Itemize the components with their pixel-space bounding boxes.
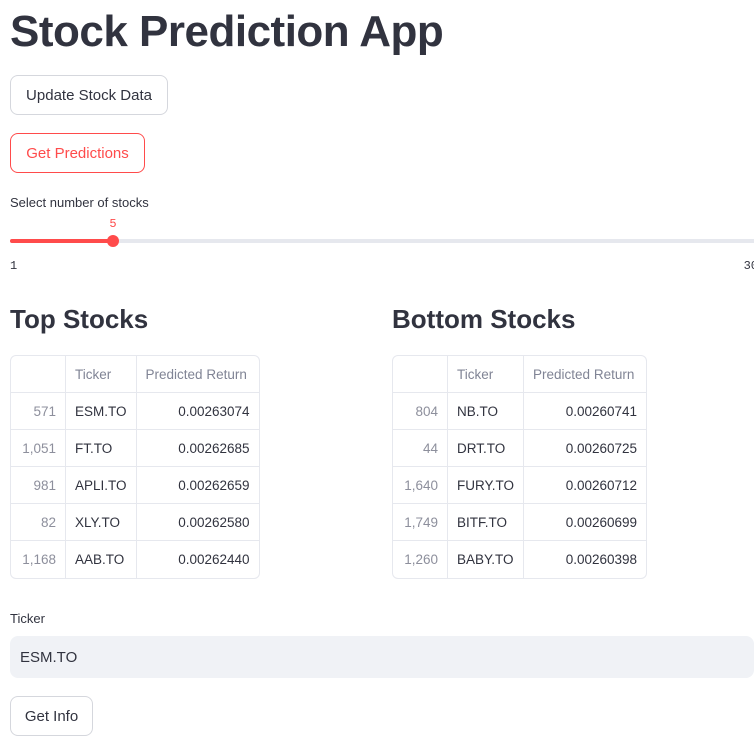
predicted-return-cell[interactable]: 0.00262440 — [137, 541, 259, 578]
ticker-cell[interactable]: FT.TO — [66, 430, 137, 467]
ticker-cell[interactable]: ESM.TO — [66, 393, 137, 430]
table-row[interactable]: 1,051 FT.TO 0.00262685 — [11, 430, 259, 467]
predicted-return-column-header[interactable]: Predicted Return — [136, 356, 259, 393]
row-index: 1,260 — [393, 541, 448, 578]
predicted-return-cell[interactable]: 0.00262580 — [136, 504, 259, 541]
table-header-row: Ticker Predicted Return — [393, 356, 647, 393]
row-index: 1,051 — [11, 430, 66, 467]
stock-count-slider[interactable]: 5 1 30 — [10, 214, 754, 274]
row-index: 1,749 — [393, 504, 448, 541]
ticker-column-header[interactable]: Ticker — [66, 356, 137, 393]
predicted-return-cell[interactable]: 0.00262685 — [136, 430, 259, 467]
row-index: 571 — [11, 393, 66, 430]
table-row[interactable]: 1,640 FURY.TO 0.00260712 — [393, 467, 647, 504]
predicted-return-cell[interactable]: 0.00260741 — [524, 393, 647, 430]
ticker-cell[interactable]: NB.TO — [448, 393, 525, 430]
ticker-cell[interactable]: APLI.TO — [66, 467, 137, 504]
ticker-cell[interactable]: BABY.TO — [448, 541, 525, 578]
update-stock-data-button[interactable]: Update Stock Data — [10, 75, 168, 115]
table-row[interactable]: 82 XLY.TO 0.00262580 — [11, 504, 259, 541]
get-info-button[interactable]: Get Info — [10, 696, 93, 736]
table-row[interactable]: 1,168 AAB.TO 0.00262440 — [11, 541, 259, 578]
top-stocks-table[interactable]: Ticker Predicted Return 571 ESM.TO 0.002… — [10, 355, 260, 579]
predicted-return-cell[interactable]: 0.00262659 — [136, 467, 259, 504]
ticker-input[interactable] — [10, 636, 754, 678]
ticker-cell[interactable]: DRT.TO — [448, 430, 525, 467]
table-row[interactable]: 44 DRT.TO 0.00260725 — [393, 430, 647, 467]
slider-track[interactable] — [10, 239, 754, 243]
top-stocks-heading: Top Stocks — [10, 304, 149, 334]
predicted-return-cell[interactable]: 0.00260699 — [524, 504, 647, 541]
row-index: 1,640 — [393, 467, 448, 504]
table-row[interactable]: 1,260 BABY.TO 0.00260398 — [393, 541, 646, 578]
table-row[interactable]: 804 NB.TO 0.00260741 — [393, 393, 647, 430]
ticker-cell[interactable]: FURY.TO — [448, 467, 525, 504]
row-index: 82 — [11, 504, 66, 541]
row-index: 44 — [393, 430, 448, 467]
slider-fill — [10, 239, 113, 243]
predicted-return-cell[interactable]: 0.00263074 — [136, 393, 259, 430]
table-row[interactable]: 981 APLI.TO 0.00262659 — [11, 467, 259, 504]
predicted-return-cell[interactable]: 0.00260725 — [524, 430, 647, 467]
table-header-row: Ticker Predicted Return — [11, 356, 259, 393]
page-title: Stock Prediction App — [10, 7, 444, 56]
table-row[interactable]: 1,749 BITF.TO 0.00260699 — [393, 504, 647, 541]
row-index: 1,168 — [11, 541, 66, 578]
ticker-cell[interactable]: AAB.TO — [66, 541, 137, 578]
bottom-stocks-table[interactable]: Ticker Predicted Return 804 NB.TO 0.0026… — [392, 355, 648, 579]
row-index: 804 — [393, 393, 448, 430]
ticker-column-header[interactable]: Ticker — [448, 356, 525, 393]
ticker-cell[interactable]: BITF.TO — [448, 504, 525, 541]
get-predictions-button[interactable]: Get Predictions — [10, 133, 145, 173]
bottom-stocks-heading: Bottom Stocks — [392, 304, 576, 334]
slider-max-label: 30 — [743, 259, 754, 273]
predicted-return-cell[interactable]: 0.00260398 — [524, 541, 646, 578]
slider-thumb[interactable] — [107, 235, 119, 247]
index-column-header[interactable] — [11, 356, 66, 393]
slider-label: Select number of stocks — [10, 195, 149, 210]
predicted-return-cell[interactable]: 0.00260712 — [524, 467, 647, 504]
slider-current-value: 5 — [109, 217, 117, 231]
row-index: 981 — [11, 467, 66, 504]
slider-min-label: 1 — [10, 259, 18, 273]
predicted-return-column-header[interactable]: Predicted Return — [524, 356, 647, 393]
ticker-cell[interactable]: XLY.TO — [66, 504, 137, 541]
table-row[interactable]: 571 ESM.TO 0.00263074 — [11, 393, 259, 430]
index-column-header[interactable] — [393, 356, 448, 393]
ticker-input-label: Ticker — [10, 611, 45, 626]
